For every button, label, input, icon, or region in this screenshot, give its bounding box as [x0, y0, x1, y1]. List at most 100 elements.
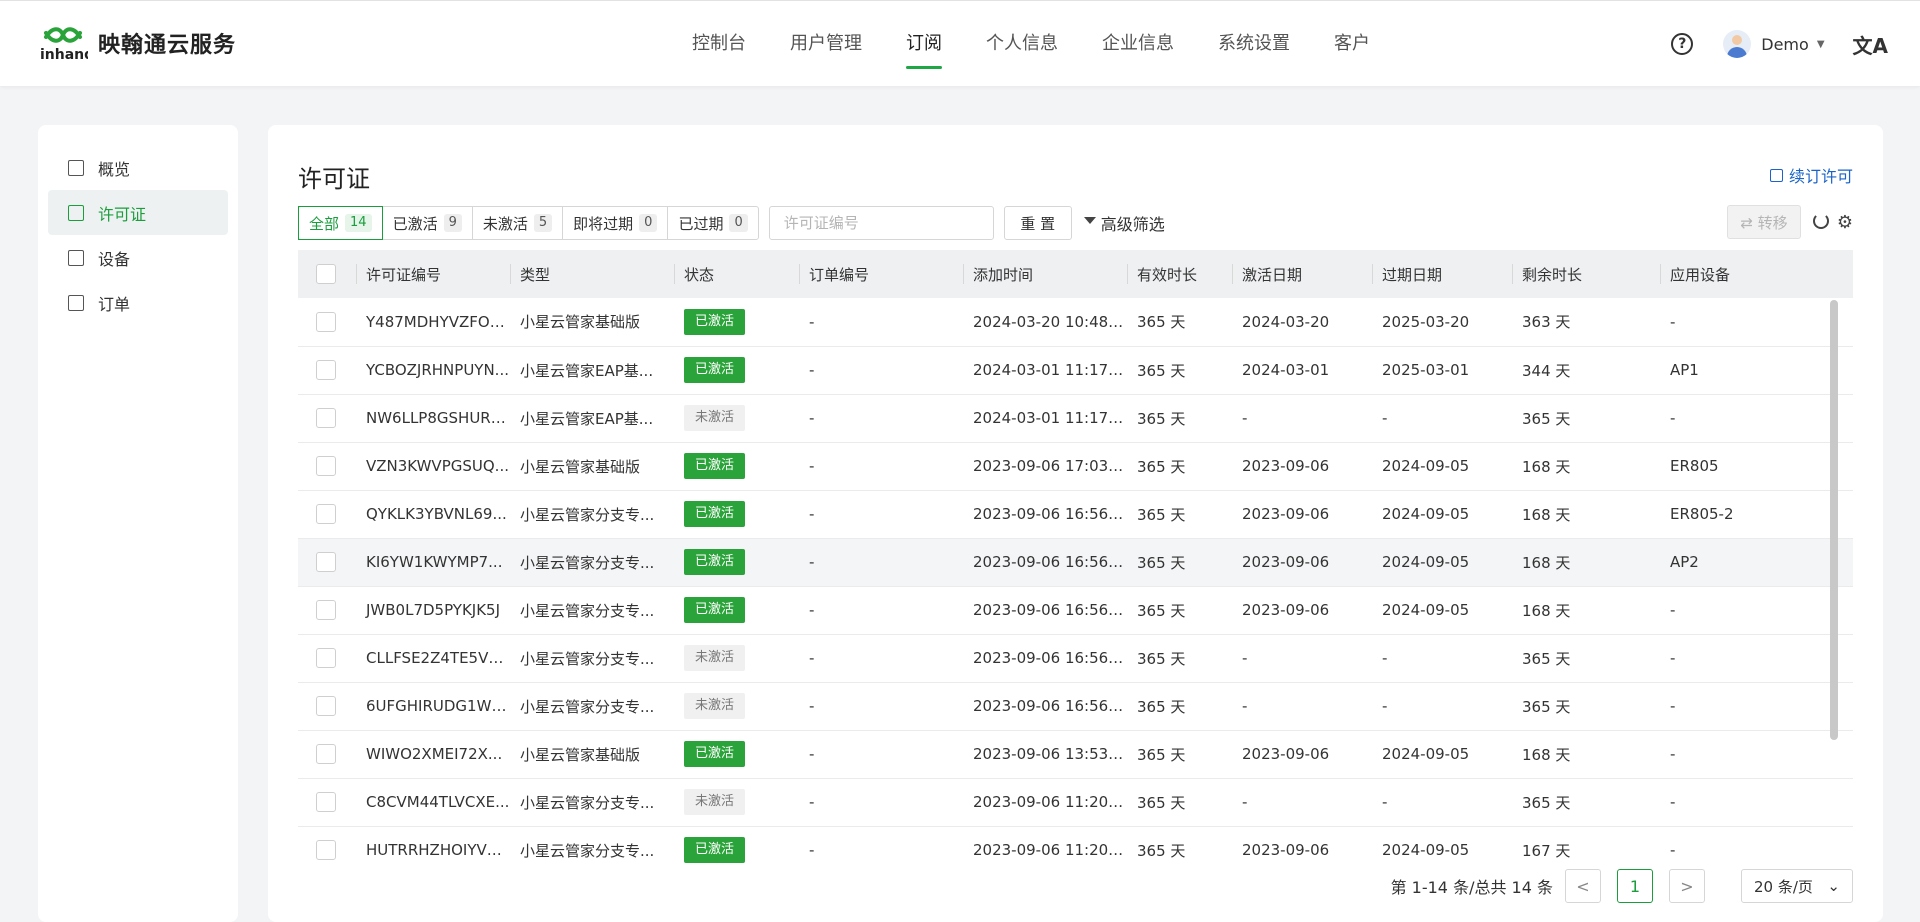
nav-item-system-settings[interactable]: 系统设置 [1218, 1, 1290, 87]
page-size-select[interactable]: 20 条/页 ⌄ [1741, 869, 1853, 903]
filter-inactive[interactable]: 未激活 5 [473, 207, 564, 239]
pagination-total: 第 1-14 条/总共 14 条 [1390, 878, 1553, 897]
table-row[interactable]: YCBOZJRHNPUYN... 小星云管家EAP基... 已激活 - 2024-03-… [298, 346, 1853, 394]
table-row[interactable]: JWB0L7D5PYKJK5J 小星云管家分支专... 已激活 - 2023-09-06… [298, 586, 1853, 634]
top-header: inhand 映翰通云服务 控制台 用户管理 订阅 个人信息 企业信息 系统设置… [0, 0, 1920, 86]
column-header[interactable]: 类型 [510, 250, 674, 298]
nav-item-user-management[interactable]: 用户管理 [790, 1, 862, 87]
nav-item-console[interactable]: 控制台 [692, 1, 746, 87]
advanced-filter-button[interactable]: 高级筛选 [1083, 211, 1165, 235]
page-number-button[interactable]: 1 [1617, 869, 1653, 903]
table-header-row: 许可证编号 类型 状态 订单编号 添加时间 有效时长 激活日期 过期日期 剩余时… [298, 250, 1853, 298]
table-scrollbar[interactable] [1829, 298, 1839, 868]
gear-icon[interactable]: ⚙ [1837, 212, 1853, 233]
column-header[interactable]: 激活日期 [1232, 250, 1372, 298]
reset-button[interactable]: 重 置 [1003, 206, 1072, 240]
transfer-button[interactable]: ⇄ 转移 [1727, 205, 1801, 239]
sidebar-item-order[interactable]: 订单 [48, 280, 228, 325]
user-menu[interactable]: Demo ▼ [1723, 30, 1825, 58]
page-size-value: 20 条/页 [1754, 877, 1813, 896]
row-checkbox[interactable] [316, 408, 336, 428]
table-row[interactable]: QYKLK3YBVNL69... 小星云管家分支专... 已激活 - 2023-09-0… [298, 490, 1853, 538]
column-header[interactable]: 添加时间 [963, 250, 1127, 298]
license-number-search-input[interactable] [768, 206, 994, 240]
language-icon[interactable]: 文A [1853, 30, 1888, 59]
row-checkbox[interactable] [316, 744, 336, 764]
table-cell: 167 天 [1522, 841, 1571, 860]
column-header[interactable]: 应用设备 [1660, 250, 1853, 298]
row-checkbox[interactable] [316, 456, 336, 476]
row-select-cell [298, 826, 356, 870]
table-row[interactable]: C8CVM44TLVCXE... 小星云管家分支专... 未激活 - 2023-09-0… [298, 778, 1853, 826]
table-cell: - [1382, 697, 1388, 715]
nav-item-customers[interactable]: 客户 [1334, 1, 1370, 87]
table-cell: - [1670, 745, 1676, 763]
sidebar-item-overview[interactable]: 概览 [48, 145, 228, 190]
row-checkbox[interactable] [316, 311, 336, 332]
table-cell: HUTRRHZHOIYVRC... [366, 841, 510, 859]
logo[interactable]: inhand 映翰通云服务 [38, 23, 236, 63]
column-header[interactable]: 过期日期 [1372, 250, 1512, 298]
table-cell: 2024-03-01 [1242, 361, 1330, 379]
table-row[interactable]: Y487MDHYVZFOC... 小星云管家基础版 已激活 - 2024-03-20 1… [298, 298, 1853, 346]
table-cell: - [1670, 409, 1676, 427]
status-badge: 未激活 [684, 693, 746, 719]
table-cell: 2024-03-01 11:17:... [973, 361, 1127, 379]
nav-item-subscription[interactable]: 订阅 [906, 1, 942, 87]
next-page-button[interactable]: > [1669, 869, 1705, 903]
column-header[interactable]: 剩余时长 [1512, 250, 1660, 298]
row-checkbox[interactable] [316, 360, 336, 380]
row-select-cell [298, 394, 356, 442]
nav-item-personal-info[interactable]: 个人信息 [986, 1, 1058, 87]
table-cell: 小星云管家EAP基... [520, 409, 654, 428]
refresh-icon[interactable] [1813, 213, 1829, 229]
sidebar-item-license[interactable]: 许可证 [48, 190, 228, 235]
table-cell: 已激活 [674, 538, 799, 586]
table-cell: JWB0L7D5PYKJK5J [366, 601, 501, 619]
renew-license-link[interactable]: 续订许可 [1769, 163, 1853, 187]
scrollbar-thumb[interactable] [1830, 300, 1838, 740]
status-badge: 已激活 [684, 549, 746, 575]
row-checkbox[interactable] [316, 696, 336, 716]
filter-label: 已激活 [392, 214, 438, 233]
prev-page-button[interactable]: < [1565, 869, 1601, 903]
table-cell: VZN3KWVPGSUQ... [366, 457, 509, 475]
row-checkbox[interactable] [316, 792, 336, 812]
table-row[interactable]: NW6LLP8GSHURK... 小星云管家EAP基... 未激活 - 2024-03-… [298, 394, 1853, 442]
column-header[interactable]: 许可证编号 [356, 250, 510, 298]
row-checkbox[interactable] [316, 600, 336, 620]
table-row[interactable]: KI6YW1KWYMP7... 小星云管家分支专... 已激活 - 2023-09-06… [298, 538, 1853, 586]
table-cell: 2023-09-06 [1242, 745, 1330, 763]
filter-count: 9 [443, 214, 462, 232]
table-row[interactable]: VZN3KWVPGSUQ... 小星云管家基础版 已激活 - 2023-09-06 17… [298, 442, 1853, 490]
row-checkbox[interactable] [316, 840, 336, 860]
row-checkbox[interactable] [316, 648, 336, 668]
advanced-filter-label: 高级筛选 [1100, 215, 1165, 234]
table-row[interactable]: 6UFGHIRUDG1WS... 小星云管家分支专... 未激活 - 2023-09-0… [298, 682, 1853, 730]
sidebar-item-device[interactable]: 设备 [48, 235, 228, 280]
filter-all[interactable]: 全部 14 [298, 206, 383, 240]
table-cell: - [1242, 793, 1248, 811]
help-icon[interactable]: ? [1671, 33, 1694, 55]
table-row[interactable]: HUTRRHZHOIYVRC... 小星云管家分支专... 已激活 - 2023-09-… [298, 826, 1853, 870]
filter-expired[interactable]: 已过期 0 [668, 207, 757, 239]
table-cell: 365 天 [1137, 553, 1186, 572]
table-row[interactable]: CLLFSE2Z4TE5VCW 小星云管家分支专... 未激活 - 2023-09-06… [298, 634, 1853, 682]
row-checkbox[interactable] [316, 552, 336, 572]
row-checkbox[interactable] [316, 504, 336, 524]
filter-activated[interactable]: 已激活 9 [383, 207, 473, 239]
column-header[interactable]: 订单编号 [799, 250, 963, 298]
table-cell: - [809, 409, 815, 427]
main-nav: 控制台 用户管理 订阅 个人信息 企业信息 系统设置 客户 [670, 1, 1392, 87]
table-row[interactable]: WIWO2XMEI72X... 小星云管家基础版 已激活 - 2023-09-06 13… [298, 730, 1853, 778]
column-header[interactable]: 状态 [674, 250, 799, 298]
table-cell: 小星云管家分支专... [520, 601, 655, 620]
table-cell: - [1670, 841, 1676, 859]
filter-expiring[interactable]: 即将过期 0 [563, 207, 669, 239]
table-cell: 已激活 [674, 346, 799, 394]
table-cell: QYKLK3YBVNL69... [366, 505, 507, 523]
select-all-checkbox[interactable] [316, 264, 336, 284]
column-header[interactable]: 有效时长 [1127, 250, 1232, 298]
table-cell: - [1670, 697, 1676, 715]
nav-item-company-info[interactable]: 企业信息 [1102, 1, 1174, 87]
